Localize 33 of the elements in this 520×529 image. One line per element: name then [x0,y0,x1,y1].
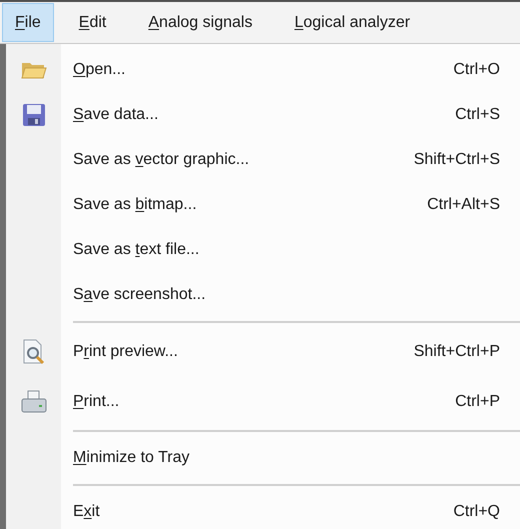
menu-item[interactable]: Exit Ctrl+Q [6,489,520,529]
printer-icon [20,390,46,414]
menu-item[interactable]: Save as bitmap... Ctrl+Alt+S [6,182,520,227]
menu-item-label: Save as text file... [73,240,200,260]
menu-item-label: Save screenshot... [73,284,206,304]
menu-bar-item[interactable]: File [2,3,54,42]
menu-item-label: Minimize to Tray [73,448,190,468]
menu-item-label: Save as bitmap... [73,194,197,214]
menu-bar-item[interactable]: Logical analyzer [287,3,418,42]
menu-item[interactable]: Save data... Ctrl+S [6,92,520,137]
menu-item[interactable]: Save as text file... [6,227,520,272]
menu-item-label: Exit [73,502,100,522]
shortcut-label: Ctrl+S [455,104,500,124]
menu-item[interactable]: Print... Ctrl+P [6,378,520,426]
menu-item-label: Save data... [73,104,158,124]
menu-bar-item[interactable]: Analog signals [141,3,260,42]
shortcut-label: Ctrl+P [455,392,500,412]
shortcut-label: Ctrl+Alt+S [427,194,500,214]
menu-item[interactable]: Open... Ctrl+O [6,47,520,92]
menu-item-label: Print... [73,392,120,412]
print-preview-icon [20,339,46,365]
menu-bar-item[interactable]: Edit [72,3,114,42]
shortcut-label: Shift+Ctrl+S [414,150,500,170]
menu-item[interactable]: Save as vector graphic... Shift+Ctrl+S [6,137,520,182]
menu-item[interactable]: Minimize to Tray [6,435,520,480]
shortcut-label: Shift+Ctrl+P [414,342,500,362]
menu-item-label: Save as vector graphic... [73,150,250,170]
shortcut-label: Ctrl+Q [453,502,500,522]
menu-item[interactable]: Print preview... Shift+Ctrl+P [6,326,520,378]
shortcut-label: Ctrl+O [453,60,500,80]
menu-item-label: Open... [73,60,126,80]
menu-item-label: Print preview... [73,342,178,362]
menu-item[interactable]: Save screenshot... [6,272,520,317]
